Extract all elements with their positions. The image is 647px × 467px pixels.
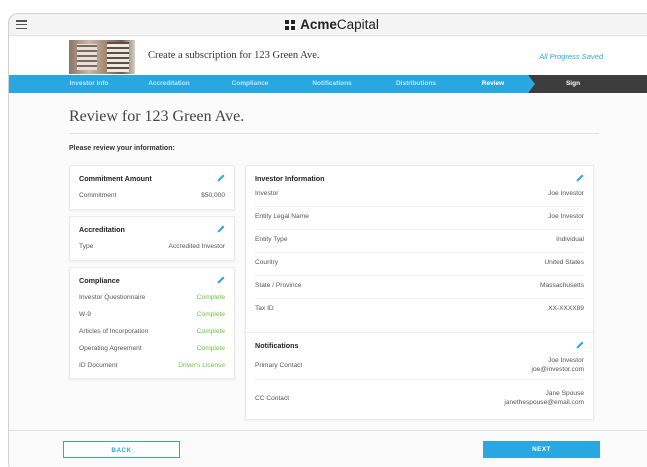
contact-email: joe@investor.com bbox=[531, 366, 584, 373]
notifications-card: Notifications Primary Contact Joe Invest… bbox=[245, 332, 594, 420]
page-title: Review for 123 Green Ave. bbox=[69, 108, 245, 125]
commitment-card: Commitment Amount Commitment $50,000 bbox=[69, 165, 235, 210]
compliance-title: Compliance bbox=[79, 276, 120, 285]
row-value: Complete bbox=[196, 328, 225, 335]
pencil-icon[interactable] bbox=[575, 340, 585, 350]
contact-name: Joe Investor bbox=[548, 357, 584, 364]
step-sign-label: Sign bbox=[565, 80, 581, 87]
app-window: AcmeCapital Create a subscription for 12… bbox=[8, 13, 647, 467]
row-key: Commitment bbox=[79, 192, 117, 199]
save-status: All Progress Saved bbox=[539, 52, 603, 61]
row-value: Joe Investor bbox=[548, 190, 584, 197]
subscription-title: Create a subscription for 123 Green Ave. bbox=[148, 50, 320, 61]
row-value: Complete bbox=[196, 294, 225, 301]
row-value: Individual bbox=[556, 236, 584, 243]
investor-row: Investor Joe Investor bbox=[255, 190, 584, 207]
row-key: Articles of Incorporation bbox=[79, 328, 149, 335]
row-key: Investor bbox=[255, 190, 279, 197]
brand: AcmeCapital bbox=[9, 17, 647, 32]
notification-row: Primary Contact Joe Investor joe@investo… bbox=[255, 357, 584, 380]
row-key: Operating Agreement bbox=[79, 345, 142, 352]
pencil-icon[interactable] bbox=[216, 224, 226, 234]
contact-email: janethespouse@email.com bbox=[504, 399, 584, 406]
row-key: Primary Contact bbox=[255, 362, 303, 369]
row-value: Complete bbox=[196, 311, 225, 318]
step-review[interactable]: Review bbox=[471, 75, 515, 93]
investor-row: State / Province Massachusetts bbox=[255, 282, 584, 299]
next-button[interactable]: NEXT bbox=[483, 441, 600, 458]
step-notifications[interactable]: Notifications bbox=[299, 75, 365, 93]
row-value: XX-XXXX89 bbox=[548, 305, 584, 312]
row-value: Massachusetts bbox=[540, 282, 584, 289]
row-value: Accredited Investor bbox=[168, 243, 225, 250]
row-key: Entity Type bbox=[255, 236, 288, 243]
row-value: United States bbox=[544, 259, 584, 266]
investor-row: Entity Legal Name Joe Investor bbox=[255, 213, 584, 230]
property-image bbox=[69, 40, 135, 74]
subscription-header: Create a subscription for 123 Green Ave.… bbox=[9, 37, 647, 75]
investor-row: Entity Type Individual bbox=[255, 236, 584, 253]
row-key: W-9 bbox=[79, 311, 91, 318]
top-bar: AcmeCapital bbox=[9, 14, 647, 36]
back-button[interactable]: BACK bbox=[63, 441, 180, 458]
brand-bold: Acme bbox=[300, 17, 337, 32]
row-key: ID Document bbox=[79, 362, 118, 369]
footer-divider bbox=[9, 430, 647, 431]
investor-info-card: Investor Information Investor Joe Invest… bbox=[245, 165, 594, 333]
pencil-icon[interactable] bbox=[216, 173, 226, 183]
notifications-title: Notifications bbox=[255, 341, 299, 350]
row-key: State / Province bbox=[255, 282, 302, 289]
review-prompt: Please review your information: bbox=[69, 145, 175, 152]
step-sign[interactable]: Sign bbox=[528, 75, 647, 93]
step-accreditation[interactable]: Accreditation bbox=[139, 75, 199, 93]
investor-info-title: Investor Information bbox=[255, 174, 325, 183]
step-investor-info[interactable]: Investor Info bbox=[59, 75, 119, 93]
compliance-card: Compliance Investor Questionnaire Comple… bbox=[69, 267, 235, 379]
accreditation-card: Accreditation Type Accredited Investor bbox=[69, 216, 235, 261]
row-key: Investor Questionnaire bbox=[79, 294, 146, 301]
commitment-title: Commitment Amount bbox=[79, 174, 152, 183]
step-compliance[interactable]: Compliance bbox=[219, 75, 281, 93]
row-value: Joe Investor bbox=[548, 213, 584, 220]
row-key: Type bbox=[79, 243, 94, 250]
progress-steps: Investor Info Accreditation Compliance N… bbox=[9, 75, 647, 93]
step-distributions[interactable]: Distributions bbox=[383, 75, 449, 93]
title-divider bbox=[69, 133, 599, 134]
contact-name: Jane Spouse bbox=[545, 390, 585, 397]
pencil-icon[interactable] bbox=[216, 275, 226, 285]
notification-row: CC Contact Jane Spouse janethespouse@ema… bbox=[255, 390, 584, 412]
row-key: Tax ID bbox=[255, 305, 274, 312]
row-key: Country bbox=[255, 259, 279, 266]
investor-row: Country United States bbox=[255, 259, 584, 276]
row-value: Complete bbox=[196, 345, 225, 352]
accreditation-title: Accreditation bbox=[79, 225, 125, 234]
row-key: CC Contact bbox=[255, 395, 290, 402]
acme-logo-icon bbox=[285, 20, 296, 30]
brand-rest: Capital bbox=[336, 17, 379, 32]
row-value: $50,000 bbox=[201, 192, 225, 199]
row-value: Driver's License bbox=[178, 362, 225, 369]
pencil-icon[interactable] bbox=[575, 173, 585, 183]
row-key: Entity Legal Name bbox=[255, 213, 309, 220]
